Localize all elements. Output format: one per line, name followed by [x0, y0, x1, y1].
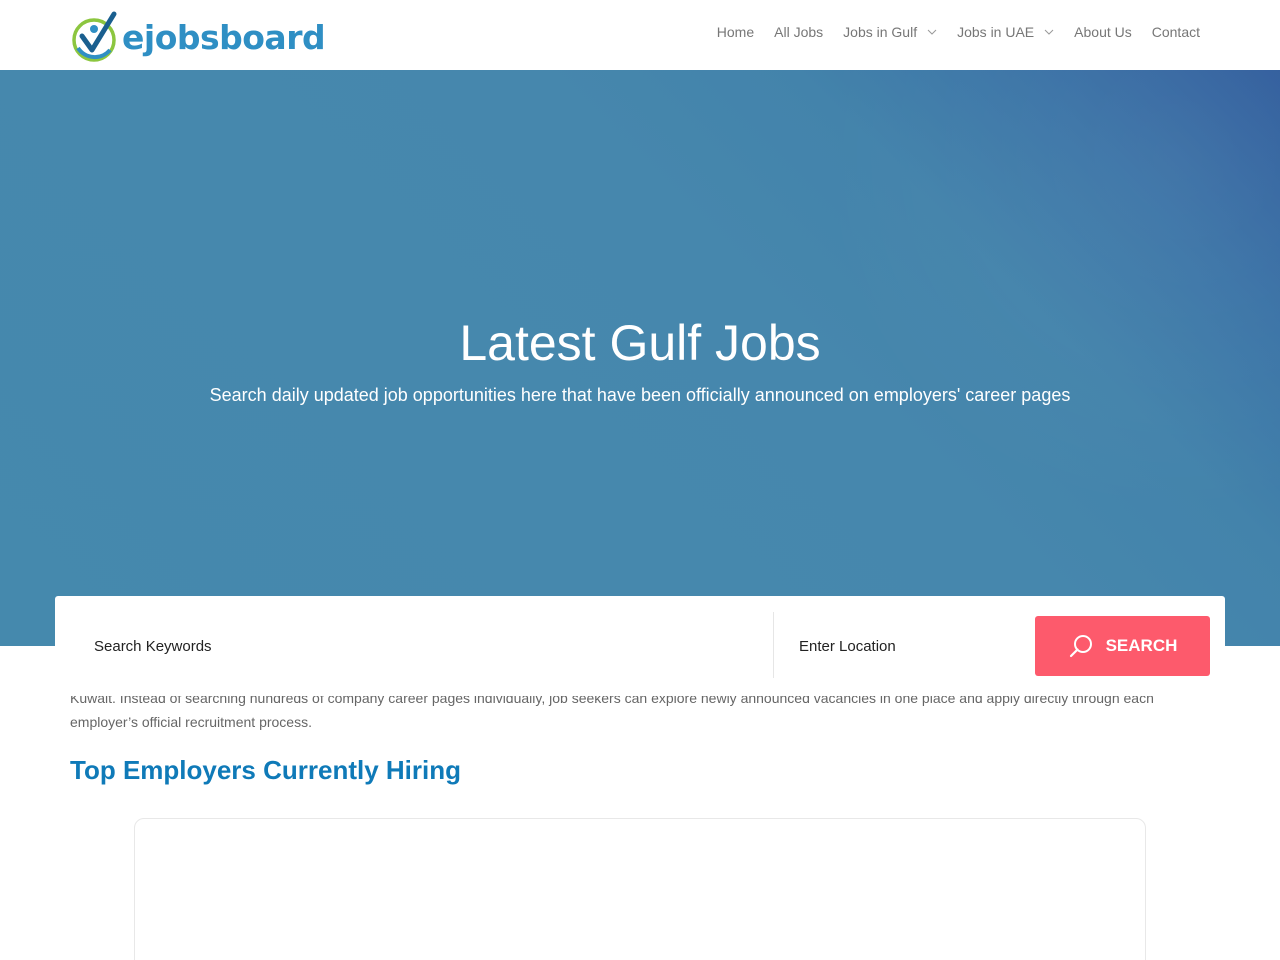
job-search-form: SEARCH	[55, 596, 1225, 696]
search-icon	[1069, 635, 1092, 658]
site-logo[interactable]: ejobsboard	[70, 10, 326, 62]
hero-title: Latest Gulf Jobs	[459, 315, 821, 371]
hero-subtitle: Search daily updated job opportunities h…	[209, 385, 1071, 405]
nav-item-all-jobs[interactable]: All Jobs	[774, 24, 823, 40]
hero-banner: Latest Gulf Jobs Search daily updated jo…	[0, 70, 1280, 646]
nav-item-home[interactable]: Home	[717, 24, 754, 40]
chevron-down-icon	[927, 29, 937, 35]
site-header: ejobsboard Home All Jobs Jobs in Gulf Jo…	[0, 0, 1280, 70]
nav-label: Jobs in UAE	[957, 24, 1035, 40]
nav-item-about-us[interactable]: About Us	[1074, 24, 1132, 40]
nav-label: All Jobs	[774, 24, 824, 40]
nav-item-jobs-in-gulf[interactable]: Jobs in Gulf	[843, 24, 937, 40]
nav-label: Home	[716, 24, 755, 40]
nav-label: Contact	[1151, 24, 1200, 40]
nav-item-jobs-in-uae[interactable]: Jobs in UAE	[957, 24, 1054, 40]
logo-text: ejobsboard	[122, 17, 326, 57]
employers-carousel	[134, 818, 1146, 960]
nav-item-contact[interactable]: Contact	[1152, 24, 1200, 40]
main-nav: Home All Jobs Jobs in Gulf Jobs in UAE A…	[697, 24, 1200, 40]
search-button[interactable]: SEARCH	[1035, 616, 1210, 676]
section-title: Top Employers Currently Hiring	[70, 755, 462, 785]
keywords-input[interactable]	[79, 614, 769, 678]
search-divider	[773, 612, 774, 678]
nav-label: Jobs in Gulf	[843, 24, 918, 40]
checkmark-person-logo-icon	[72, 11, 117, 62]
search-button-label: SEARCH	[1105, 636, 1178, 655]
chevron-down-icon	[1044, 29, 1054, 35]
nav-label: About Us	[1074, 24, 1132, 40]
location-input[interactable]	[785, 614, 1025, 678]
